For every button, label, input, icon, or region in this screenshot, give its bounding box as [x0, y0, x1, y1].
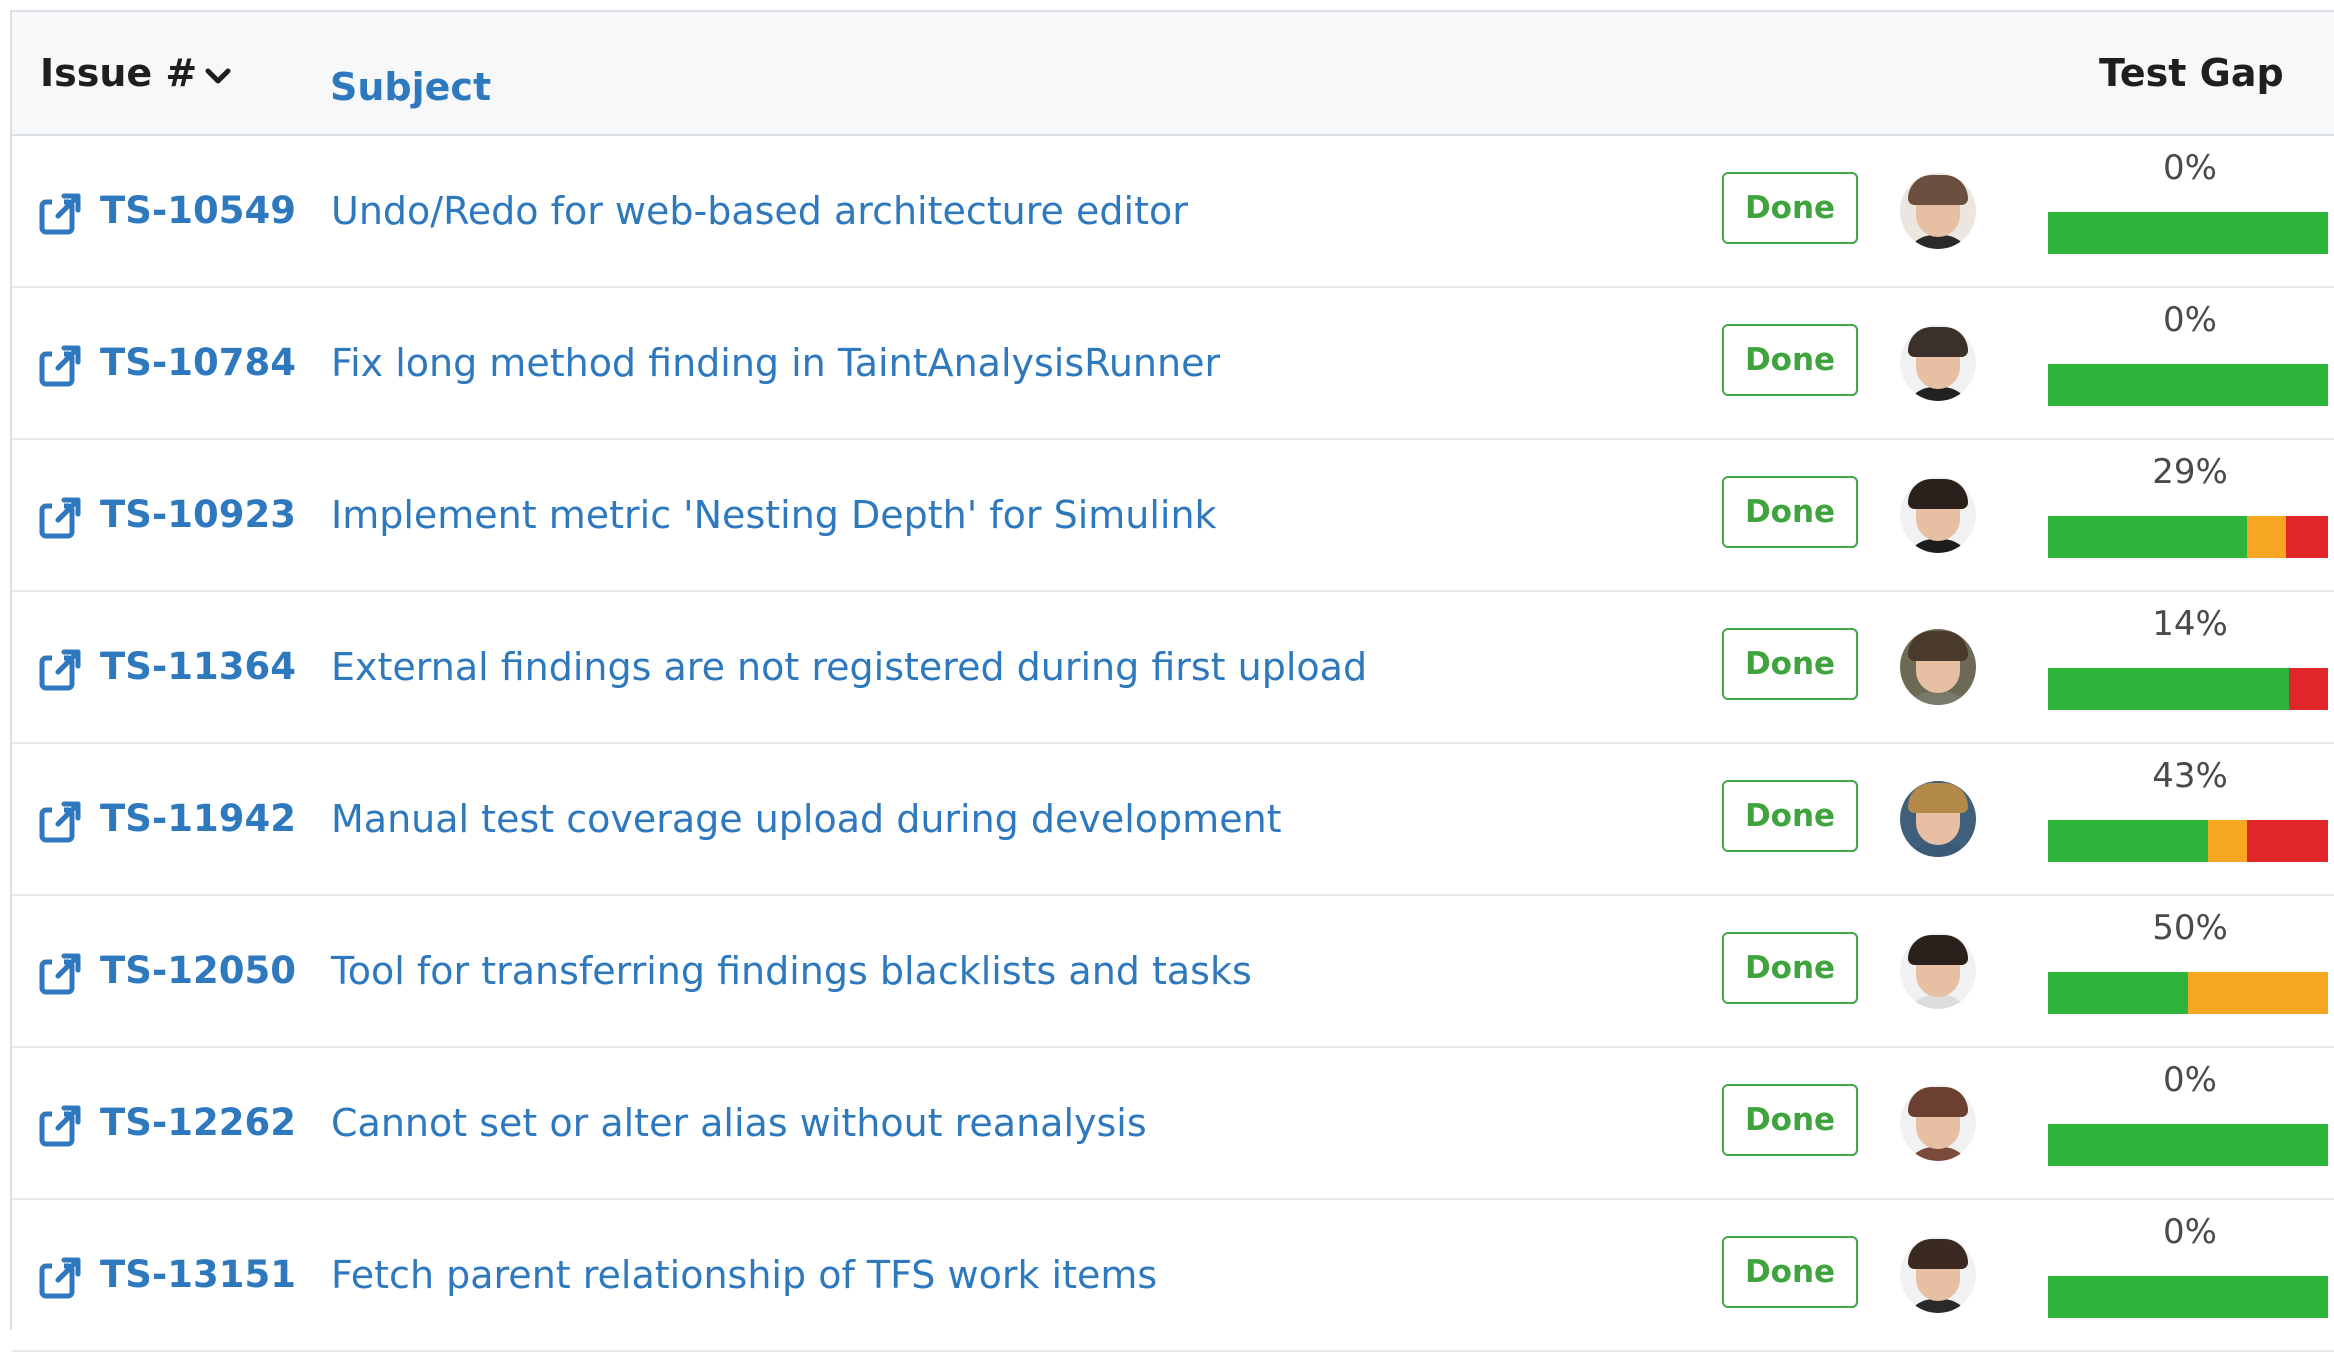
status-badge: Done: [1722, 932, 1858, 1004]
test-gap-percentage: 29%: [2152, 452, 2228, 492]
avatar: [1900, 1237, 1976, 1313]
issue-subject-link[interactable]: Undo/Redo for web-based architecture edi…: [331, 136, 1188, 286]
avatar: [1900, 781, 1976, 857]
bar-segment-tested: [2048, 972, 2188, 1014]
status-badge: Done: [1722, 1084, 1858, 1156]
avatar: [1900, 477, 1976, 553]
test-gap-bar: [2048, 668, 2328, 710]
test-gap-bar: [2048, 1276, 2328, 1318]
test-gap-percentage: 0%: [2163, 148, 2217, 188]
external-link-icon[interactable]: [38, 344, 82, 388]
test-gap-percentage: 43%: [2152, 756, 2228, 796]
issue-id-link[interactable]: TS-12050: [100, 896, 296, 1046]
issue-subject-link[interactable]: Cannot set or alter alias without reanal…: [331, 1048, 1147, 1198]
bar-segment-untested: [2288, 668, 2328, 710]
table-row: TS-12262 Cannot set or alter alias withou…: [12, 1048, 2334, 1200]
status-badge: Done: [1722, 1236, 1858, 1308]
issue-table: Issue # Subject Test Gap TS-10549 Undo/Re…: [10, 10, 2334, 1352]
issue-column-header[interactable]: Issue #: [40, 12, 231, 134]
bar-segment-tested: [2048, 212, 2328, 254]
test-gap-percentage: 50%: [2152, 908, 2228, 948]
status-badge: Done: [1722, 628, 1858, 700]
external-link-icon[interactable]: [38, 1104, 82, 1148]
issue-subject-link[interactable]: Fetch parent relationship of TFS work it…: [331, 1200, 1157, 1350]
table-row: TS-12050 Tool for transferring findings b…: [12, 896, 2334, 1048]
bar-segment-tested: [2048, 1124, 2328, 1166]
bar-segment-changed: [2188, 972, 2328, 1014]
issue-column-label: Issue #: [40, 51, 198, 95]
status-badge: Done: [1722, 476, 1858, 548]
table-row: TS-13151 Fetch parent relationship of TFS…: [12, 1200, 2334, 1352]
test-gap-bar: [2048, 972, 2328, 1014]
bar-segment-tested: [2048, 516, 2247, 558]
status-badge: Done: [1722, 324, 1858, 396]
status-badge: Done: [1722, 172, 1858, 244]
issue-id-link[interactable]: TS-10549: [100, 136, 296, 286]
external-link-icon[interactable]: [38, 648, 82, 692]
table-header: Issue # Subject Test Gap: [12, 12, 2334, 136]
external-link-icon[interactable]: [38, 952, 82, 996]
bar-segment-tested: [2048, 820, 2208, 862]
bar-segment-changed: [2246, 516, 2286, 558]
bar-segment-tested: [2048, 364, 2328, 406]
avatar: [1900, 629, 1976, 705]
test-gap-bar: [2048, 364, 2328, 406]
test-gap-percentage: 0%: [2163, 1060, 2217, 1100]
avatar: [1900, 173, 1976, 249]
test-gap-bar: [2048, 820, 2328, 862]
table-row: TS-10923 Implement metric 'Nesting Depth'…: [12, 440, 2334, 592]
table-row: TS-10549 Undo/Redo for web-based architec…: [12, 136, 2334, 288]
issue-id-link[interactable]: TS-13151: [100, 1200, 296, 1350]
issue-id-link[interactable]: TS-10923: [100, 440, 296, 590]
issue-id-link[interactable]: TS-11942: [100, 744, 296, 894]
test-gap-percentage: 14%: [2152, 604, 2228, 644]
bar-segment-untested: [2246, 820, 2328, 862]
issue-id-link[interactable]: TS-11364: [100, 592, 296, 742]
avatar: [1900, 325, 1976, 401]
external-link-icon[interactable]: [38, 192, 82, 236]
issue-subject-link[interactable]: Manual test coverage upload during devel…: [331, 744, 1282, 894]
issue-id-link[interactable]: TS-10784: [100, 288, 296, 438]
bar-segment-changed: [2207, 820, 2247, 862]
issue-id-link[interactable]: TS-12262: [100, 1048, 296, 1198]
test-gap-bar: [2048, 212, 2328, 254]
table-row: TS-10784 Fix long method finding in Taint…: [12, 288, 2334, 440]
bar-segment-tested: [2048, 668, 2289, 710]
chevron-down-icon[interactable]: [205, 12, 231, 134]
status-badge: Done: [1722, 780, 1858, 852]
bar-segment-tested: [2048, 1276, 2328, 1318]
avatar: [1900, 933, 1976, 1009]
test-gap-bar: [2048, 516, 2328, 558]
test-gap-percentage: 0%: [2163, 1212, 2217, 1252]
issue-subject-link[interactable]: Implement metric 'Nesting Depth' for Sim…: [331, 440, 1217, 590]
external-link-icon[interactable]: [38, 800, 82, 844]
table-row: TS-11942 Manual test coverage upload duri…: [12, 744, 2334, 896]
issue-subject-link[interactable]: Fix long method finding in TaintAnalysis…: [331, 288, 1220, 438]
bar-segment-untested: [2285, 516, 2328, 558]
external-link-icon[interactable]: [38, 496, 82, 540]
external-link-icon[interactable]: [38, 1256, 82, 1300]
avatar: [1900, 1085, 1976, 1161]
test-gap-bar: [2048, 1124, 2328, 1166]
test-gap-percentage: 0%: [2163, 300, 2217, 340]
test-gap-column-header: Test Gap: [2099, 51, 2284, 95]
issue-subject-link[interactable]: Tool for transferring findings blacklist…: [331, 896, 1252, 1046]
table-row: TS-11364 External findings are not regist…: [12, 592, 2334, 744]
issue-subject-link[interactable]: External findings are not registered dur…: [331, 592, 1367, 742]
